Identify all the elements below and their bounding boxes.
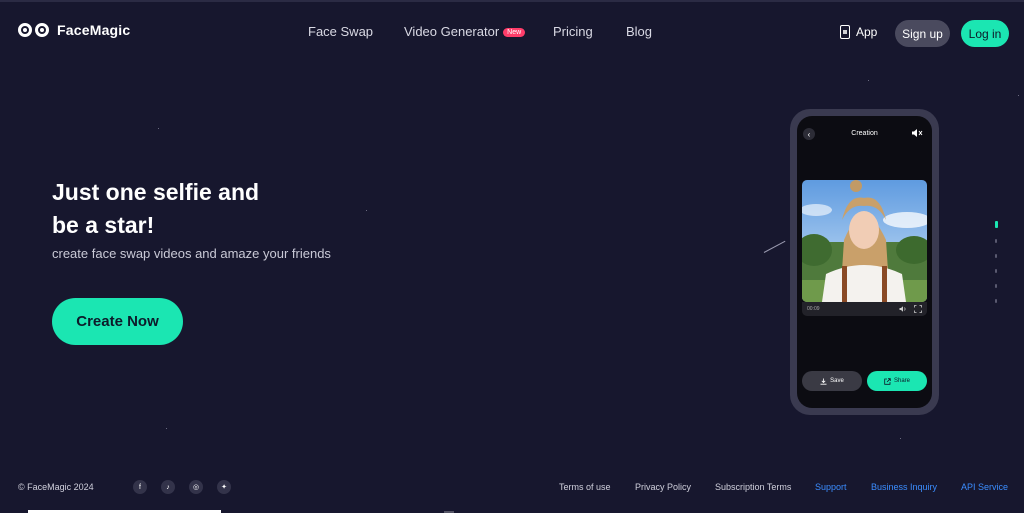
- hero-title: Just one selfie and be a star!: [52, 176, 372, 242]
- slide-dot[interactable]: [995, 239, 997, 243]
- fullscreen-icon[interactable]: [914, 305, 922, 313]
- nav-blog[interactable]: Blog: [626, 24, 652, 39]
- star-dot: [166, 428, 167, 429]
- nav-video-generator-label: Video Generator: [404, 24, 500, 39]
- footer-link-api[interactable]: API Service: [961, 482, 1008, 492]
- footer-link-terms[interactable]: Terms of use: [559, 482, 611, 492]
- app-link[interactable]: App: [840, 25, 877, 39]
- slide-indicator: [993, 221, 999, 314]
- hero-title-line-2: be a star!: [52, 212, 155, 238]
- star-dot: [868, 80, 869, 81]
- video-time: 00:09: [807, 306, 820, 312]
- tiktok-icon[interactable]: ♪: [161, 480, 175, 494]
- create-now-button[interactable]: Create Now: [52, 298, 183, 345]
- hero-title-line-1: Just one selfie and: [52, 179, 260, 205]
- slide-dot[interactable]: [995, 269, 997, 273]
- share-icon: [884, 377, 891, 385]
- facebook-icon[interactable]: f: [133, 480, 147, 494]
- social-links: f ♪ ◎ ✦: [133, 480, 231, 494]
- footer-link-support[interactable]: Support: [815, 482, 847, 492]
- video-preview-image[interactable]: [802, 180, 927, 302]
- mobile-phone-icon: [840, 25, 850, 39]
- share-button[interactable]: Share: [867, 371, 927, 391]
- slide-dot-active[interactable]: [994, 221, 998, 228]
- selfie-photo: [802, 180, 927, 302]
- slide-dot[interactable]: [995, 299, 997, 303]
- login-button[interactable]: Log in: [961, 20, 1009, 47]
- save-button[interactable]: Save: [802, 371, 862, 391]
- video-controls: 00:09: [802, 302, 927, 316]
- nav-face-swap[interactable]: Face Swap: [308, 24, 373, 39]
- instagram-icon[interactable]: ◎: [189, 480, 203, 494]
- nav-pricing[interactable]: Pricing: [553, 24, 593, 39]
- save-label: Save: [830, 378, 844, 384]
- new-badge: New: [503, 28, 526, 37]
- star-dot: [158, 128, 159, 129]
- slide-dot[interactable]: [995, 284, 997, 288]
- phone-mockup: ‹ Creation 00:09 Save Share: [790, 109, 939, 415]
- slide-dot[interactable]: [995, 254, 997, 258]
- download-icon: [820, 378, 827, 385]
- star-dot: [1018, 95, 1019, 96]
- star-dot: [900, 438, 901, 439]
- footer-link-privacy[interactable]: Privacy Policy: [635, 482, 691, 492]
- phone-screen: ‹ Creation 00:09 Save Share: [797, 116, 932, 408]
- mute-icon[interactable]: [911, 127, 923, 139]
- footer-link-business[interactable]: Business Inquiry: [871, 482, 937, 492]
- signup-button[interactable]: Sign up: [895, 20, 950, 47]
- share-label: Share: [893, 378, 910, 384]
- nav-video-generator[interactable]: Video Generator New: [404, 24, 526, 39]
- app-label: App: [856, 25, 878, 39]
- twitter-icon[interactable]: ✦: [217, 480, 231, 494]
- decorative-line: [763, 240, 786, 253]
- site-header: FaceMagic Face Swap Video Generator New P…: [0, 2, 1024, 60]
- copyright-text: © FaceMagic 2024: [18, 482, 94, 492]
- hero-subtitle: create face swap videos and amaze your f…: [52, 246, 331, 261]
- footer-link-subscription[interactable]: Subscription Terms: [715, 482, 791, 492]
- volume-icon[interactable]: [899, 305, 907, 313]
